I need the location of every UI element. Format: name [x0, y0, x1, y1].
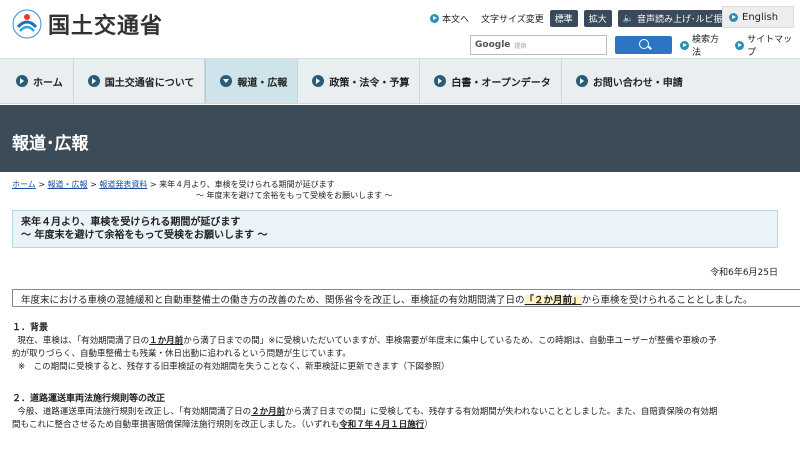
- breadcrumb-press-link[interactable]: 報道・広報: [48, 180, 88, 189]
- nav-label: 国土交通省について: [104, 77, 195, 89]
- breadcrumb: ホーム > 報道・広報 > 報道発表資料 > 来年４月より、車検を受けられる期間…: [12, 179, 393, 201]
- english-label: English: [742, 11, 779, 23]
- nav-item-whitepaper[interactable]: 白書・オープンデータ: [420, 59, 562, 103]
- arrow-circle-icon: [729, 12, 738, 22]
- section-amendment: ２．道路運送車両法施行規則等の改正 今般、道路運送車両法施行規則を改正し、「有効…: [12, 393, 788, 432]
- arrow-circle-icon: [735, 40, 745, 50]
- sitemap-link[interactable]: サイトマップ: [735, 32, 800, 58]
- nav-label: お問い合わせ・申請: [592, 77, 683, 89]
- skip-to-content-link[interactable]: 本文へ: [430, 12, 469, 25]
- section-title: 報道･広報: [12, 134, 89, 154]
- global-nav: ホーム 国土交通省について 報道・広報 政策・法令・予算 白書・オープンデータ …: [0, 58, 800, 104]
- search-input[interactable]: Google 提供: [470, 35, 608, 55]
- emphasis: 令和７年４月１日施行: [339, 420, 425, 430]
- section-note: ※ この期間に受検すると、残存する旧車検証の有効期間を失うことなく、新車検証に更…: [18, 362, 450, 372]
- breadcrumb-separator: >: [38, 180, 48, 189]
- font-size-label: 文字サイズ変更: [481, 15, 544, 25]
- emphasis: ２か月前: [251, 407, 286, 417]
- lead-text-end: から車検を受けられることとしました。: [581, 295, 753, 306]
- breadcrumb-current-sub: ～ 年度末を避けて余裕をもって受検をお願いします ～: [196, 191, 393, 200]
- google-brand-sub: 提供: [514, 42, 527, 50]
- english-link[interactable]: English: [722, 6, 794, 28]
- nav-label: 白書・オープンデータ: [451, 77, 551, 89]
- breadcrumb-home-link[interactable]: ホーム: [12, 180, 36, 189]
- section-paragraph: 今般、道路運送車両法施行規則を改正し、「有効期間満了日の２か月前から満了日までの…: [12, 406, 788, 419]
- nav-label: 政策・法令・予算: [329, 77, 410, 89]
- arrow-circle-icon: [434, 75, 447, 87]
- breadcrumb-separator: >: [149, 180, 160, 189]
- search-method-link[interactable]: 検索方法: [680, 32, 727, 58]
- breadcrumb-release-link[interactable]: 報道発表資料: [99, 180, 147, 189]
- lead-highlight: 「２か月前」: [524, 295, 582, 306]
- text: から満了日までの間」に受検しても、残存する有効期間が失われないこととしました。ま…: [285, 407, 718, 417]
- font-size-large-button[interactable]: 拡大: [583, 10, 612, 27]
- read-aloud-button[interactable]: 🔈 音声読み上げ･ルビ振り: [617, 10, 737, 27]
- search-bar: Google 提供 検索方法 サイトマップ: [470, 32, 800, 58]
- read-aloud-label: 音声読み上げ･ルビ振り: [637, 15, 732, 25]
- site-header: 国土交通省 本文へ 文字サイズ変更 標準 拡大 🔈 音声読み上げ･ルビ振り En…: [0, 0, 800, 58]
- text: 今般、道路運送車両法施行規則を改正し、「有効期間満了日の: [17, 407, 252, 417]
- search-method-label: 検索方法: [692, 35, 720, 58]
- nav-item-contact[interactable]: お問い合わせ・申請: [562, 59, 693, 103]
- section-paragraph: 現在、車検は、「有効期間満了日の１か月前から満了日までの間」※に受検いただいてい…: [12, 335, 788, 348]
- arrow-circle-icon: [575, 75, 588, 87]
- article-title-box: 来年４月より、車検を受けられる期間が延びます ～ 年度末を避けて余裕をもって受検…: [12, 210, 778, 248]
- section-background: １．背景 現在、車検は、「有効期間満了日の１か月前から満了日までの間」※に受検い…: [12, 322, 788, 374]
- nav-item-press[interactable]: 報道・広報: [205, 59, 299, 103]
- section-paragraph-cont: 約が取りづらく、自動車整備士も残業・休日出勤に追われるという問題が生じています。: [12, 349, 351, 359]
- article-subtitle: ～ 年度末を避けて余裕をもって受検をお願いします ～: [21, 230, 268, 241]
- logo-text: 国土交通省: [48, 14, 164, 39]
- font-size-standard-button[interactable]: 標準: [549, 10, 578, 27]
- nav-label: 報道・広報: [237, 77, 288, 89]
- utility-links: 本文へ 文字サイズ変更 標準 拡大 🔈 音声読み上げ･ルビ振り: [430, 10, 737, 27]
- breadcrumb-current: 来年４月より、車検を受けられる期間が延びます: [159, 180, 335, 189]
- breadcrumb-separator: >: [90, 180, 100, 189]
- section-heading: ２．道路運送車両法施行規則等の改正: [12, 394, 166, 404]
- skip-to-content-label: 本文へ: [442, 15, 470, 25]
- search-button[interactable]: [615, 36, 673, 54]
- text: ）: [424, 420, 433, 430]
- section-heading: １．背景: [12, 323, 49, 333]
- article-title: 来年４月より、車検を受けられる期間が延びます: [21, 217, 241, 228]
- section-paragraph-cont: 間もこれに整合させるため自動車損害賠償保障法施行規則を改正しました。（いずれも令…: [12, 419, 788, 432]
- lead-text: 年度末における車検の混雑緩和と自動車整備士の働き方の改善のため、関係省令を改正し…: [21, 295, 525, 306]
- text: から満了日までの間」※に受検いただいていますが、車検需要が年度末に集中しているた…: [183, 336, 717, 346]
- arrow-circle-icon: [16, 75, 28, 87]
- section-banner: 報道･広報: [0, 105, 800, 172]
- speaker-icon: 🔈: [622, 13, 634, 24]
- lead-summary: 年度末における車検の混雑緩和と自動車整備士の働き方の改善のため、関係省令を改正し…: [12, 289, 800, 307]
- arrow-circle-icon: [680, 40, 690, 50]
- arrow-circle-icon: [312, 75, 325, 87]
- chevron-down-circle-icon: [220, 75, 233, 87]
- nav-item-home[interactable]: ホーム: [0, 59, 74, 103]
- nav-item-about[interactable]: 国土交通省について: [74, 59, 206, 103]
- text: 現在、車検は、「有効期間満了日の: [17, 336, 150, 346]
- nav-label: ホーム: [33, 77, 63, 89]
- sitemap-label: サイトマップ: [747, 35, 793, 58]
- google-brand: Google: [475, 40, 511, 50]
- site-logo[interactable]: 国土交通省: [12, 8, 163, 40]
- publish-date: 令和6年6月25日: [710, 268, 778, 278]
- arrow-circle-icon: [87, 75, 100, 87]
- text: 間もこれに整合させるため自動車損害賠償保障法施行規則を改正しました。（いずれも: [12, 420, 340, 430]
- nav-item-policy[interactable]: 政策・法令・予算: [298, 59, 421, 103]
- arrow-circle-icon: [430, 14, 439, 23]
- mlit-logo-icon: [12, 9, 42, 39]
- emphasis: １か月前: [149, 336, 184, 346]
